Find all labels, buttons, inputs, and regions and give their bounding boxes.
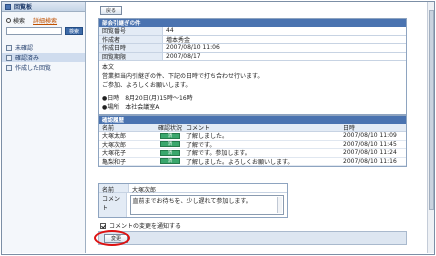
field-value: 2007/08/17	[166, 52, 201, 60]
row-name: 亀梨和子	[102, 158, 127, 166]
confirm-title: 確認履歴	[99, 116, 406, 124]
field-row: 回覧期限 2007/08/17	[99, 52, 406, 61]
table-row: 大塚次郎 済 了解です。 2007/08/10 11:45	[99, 140, 406, 149]
main-content: 戻る 部会引継ぎの件 回覧番号 44 作成者 増本秀金 作成日時 2007/08…	[88, 2, 428, 253]
field-value: 2007/08/10 11:06	[166, 44, 220, 52]
status-badge: 済	[160, 141, 180, 148]
notify-checkbox[interactable]	[100, 222, 106, 229]
field-key: 回覧番号	[99, 27, 163, 35]
search-input[interactable]	[6, 27, 62, 35]
comment-key: コメント	[99, 192, 127, 217]
search-label: 検索	[13, 17, 26, 25]
folder-icon	[6, 54, 12, 61]
row-date: 2007/08/10 11:09	[343, 132, 397, 140]
field-key: 作成日時	[99, 44, 163, 52]
sidebar-item-unconfirmed[interactable]: 未確認	[2, 43, 85, 52]
field-key: 回覧期限	[99, 52, 163, 61]
back-button[interactable]: 戻る	[100, 6, 123, 15]
status-badge: 済	[160, 158, 180, 165]
row-name: 大塚花子	[102, 150, 127, 158]
body-line: 営業担当内引継ぎの件、下記の日時で打ち合わせ行います。	[102, 73, 264, 80]
my-comment-panel: 名前 大塚次郎 コメント 直前までお待ちを、少し遅れて参加します。	[98, 183, 288, 218]
notice-panel: 部会引継ぎの件 回覧番号 44 作成者 増本秀金 作成日時 2007/08/10…	[98, 18, 407, 115]
header-name: 名前	[102, 125, 115, 132]
sidebar-item-created[interactable]: 作成した回覧	[2, 63, 85, 72]
row-comment: 了解です。参加します。	[186, 150, 251, 158]
name-key: 名前	[99, 184, 129, 194]
field-value: 44	[166, 27, 174, 35]
row-comment: 了解しました。	[186, 133, 229, 141]
sidebar-title-text: 回覧板	[14, 4, 33, 11]
row-name: 大塚次郎	[102, 141, 127, 149]
field-value: 増本秀金	[166, 36, 191, 44]
notice-body: 本文 営業担当内引継ぎの件、下記の日時で打ち合わせ行います。 ご参加、よろしくお…	[99, 61, 406, 114]
comment-row: コメント 直前までお待ちを、少し遅れて参加します。	[99, 192, 287, 217]
header-date: 日時	[343, 125, 356, 132]
sidebar: 回覧板 検索 詳細検索 検索 未確認 確認済み 作成した回覧	[2, 2, 86, 253]
body-line: ●日時 8月20日(月)15時〜16時	[102, 95, 193, 102]
status-badge: 済	[160, 149, 180, 156]
table-row: 亀梨和子 済 了解しました。よろしくお願いします。 2007/08/10 11:…	[99, 157, 406, 166]
sidebar-item-confirmed[interactable]: 確認済み	[2, 53, 85, 62]
name-row: 名前 大塚次郎	[99, 184, 287, 194]
body-line: ご参加、よろしくお願いします。	[102, 82, 192, 89]
table-row: 大塚太郎 済 了解しました。 2007/08/10 11:09	[99, 132, 406, 141]
textarea-scrollbar[interactable]	[277, 196, 282, 213]
page-scrollbar[interactable]	[427, 2, 434, 253]
sidebar-item-label: 未確認	[15, 45, 34, 52]
folder-icon	[6, 44, 12, 51]
comment-text: 直前までお待ちを、少し遅れて参加します。	[132, 197, 252, 205]
search-input-row: 検索	[2, 27, 85, 35]
row-date: 2007/08/10 11:16	[343, 157, 397, 165]
folder-icon	[6, 64, 12, 71]
status-cell: 済	[157, 149, 183, 157]
body-label: 本文	[102, 64, 115, 71]
notify-label: コメントの変更を通知する	[109, 223, 182, 230]
status-badge: 済	[160, 132, 180, 139]
circular-icon	[5, 3, 11, 10]
name-value: 大塚次郎	[132, 187, 157, 194]
scrollbar-thumb[interactable]	[429, 10, 434, 210]
sidebar-item-label: 作成した回覧	[15, 65, 52, 72]
row-comment: 了解です。	[186, 141, 216, 149]
row-date: 2007/08/10 11:45	[343, 140, 397, 148]
notify-option[interactable]: コメントの変更を通知する	[100, 221, 181, 230]
status-cell: 済	[157, 132, 183, 140]
comment-textarea[interactable]: 直前までお待ちを、少し遅れて参加します。	[129, 194, 284, 215]
status-cell: 済	[157, 158, 183, 166]
advanced-search-link[interactable]: 詳細検索	[33, 16, 57, 25]
body-line: ●場所 本社会議室A	[102, 104, 160, 111]
field-key: 作成者	[99, 35, 163, 44]
notice-title: 部会引継ぎの件	[99, 19, 406, 27]
field-row: 回覧番号 44	[99, 27, 406, 36]
sidebar-title: 回覧板	[2, 2, 85, 12]
sidebar-item-label: 確認済み	[15, 55, 40, 62]
highlight-circle	[94, 230, 130, 246]
search-button[interactable]: 検索	[65, 27, 84, 35]
search-row: 検索 詳細検索	[2, 15, 85, 25]
row-name: 大塚太郎	[102, 133, 127, 141]
search-icon	[6, 17, 11, 23]
field-row: 作成日時 2007/08/10 11:06	[99, 44, 406, 53]
field-row: 作成者 増本秀金	[99, 35, 406, 44]
header-comment: コメント	[186, 125, 211, 132]
status-cell: 済	[157, 141, 183, 149]
table-header: 名前 確認状況 コメント 日時	[99, 124, 406, 132]
confirm-panel: 確認履歴 名前 確認状況 コメント 日時 大塚太郎 済 了解しました。 2007…	[98, 115, 407, 167]
header-status: 確認状況	[157, 125, 182, 132]
footer-bar	[98, 231, 407, 245]
row-date: 2007/08/10 11:24	[343, 149, 397, 157]
row-comment: 了解しました。よろしくお願いします。	[186, 158, 294, 166]
